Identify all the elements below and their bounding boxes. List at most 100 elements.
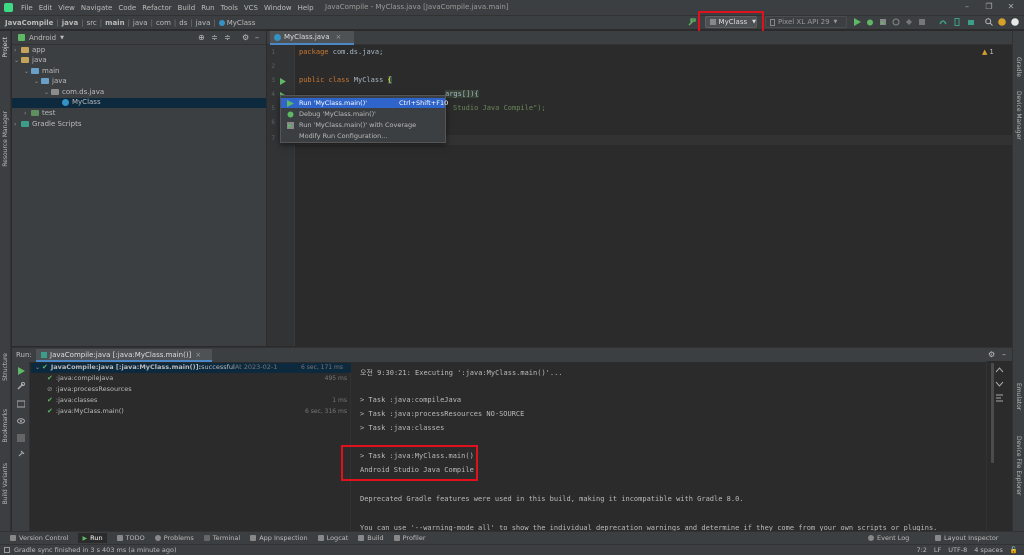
file-encoding[interactable]: UTF-8: [948, 546, 967, 554]
toggle-view-icon[interactable]: [17, 400, 25, 408]
breadcrumb-class[interactable]: MyClass: [227, 19, 256, 27]
tree-item-test[interactable]: › test: [24, 109, 55, 117]
gradle-tool-tab[interactable]: Gradle: [1015, 57, 1022, 77]
scrollbar[interactable]: [991, 363, 994, 463]
run-icon[interactable]: [853, 18, 861, 26]
device-selector[interactable]: Pixel XL API 29 ▼: [765, 16, 847, 28]
scroll-up-icon[interactable]: [995, 366, 1004, 375]
sdk-manager-icon[interactable]: [967, 18, 975, 26]
lock-icon[interactable]: 🔓: [1010, 546, 1018, 554]
soft-wrap-icon[interactable]: [995, 393, 1004, 402]
device-file-explorer-tool-tab[interactable]: Device File Explorer: [1015, 436, 1022, 495]
breadcrumb-java[interactable]: java: [133, 19, 148, 27]
tool-todo[interactable]: TODO: [116, 534, 145, 542]
popup-modify-config-item[interactable]: Modify Run Configuration...: [281, 131, 445, 141]
caret-position[interactable]: 7:2: [916, 546, 926, 554]
breadcrumb-module[interactable]: java: [62, 19, 78, 27]
eye-icon[interactable]: [17, 417, 25, 425]
bookmarks-tool-tab[interactable]: Bookmarks: [2, 409, 9, 443]
breadcrumb-project[interactable]: JavaCompile: [5, 19, 53, 27]
warning-indicator[interactable]: ▲ 1: [982, 48, 994, 56]
breadcrumb-src[interactable]: src: [87, 19, 97, 27]
tool-run[interactable]: ▶ Run: [78, 533, 107, 543]
close-tab-icon[interactable]: ×: [336, 33, 342, 41]
tree-item-gradle-scripts[interactable]: › Gradle Scripts: [14, 120, 81, 128]
breadcrumb-java-pkg[interactable]: java: [196, 19, 211, 27]
device-manager-tool-tab[interactable]: Device Manager: [1015, 91, 1022, 140]
tool-logcat[interactable]: Logcat: [317, 534, 348, 542]
tool-terminal[interactable]: Terminal: [203, 534, 240, 542]
rerun-icon[interactable]: [17, 367, 25, 375]
menu-window[interactable]: Window: [261, 4, 295, 12]
hide-icon[interactable]: –: [1002, 350, 1006, 359]
device-manager-icon[interactable]: [953, 18, 961, 26]
debug-icon[interactable]: [866, 18, 874, 26]
tree-item-myclass[interactable]: MyClass: [62, 98, 101, 106]
indent-setting[interactable]: 4 spaces: [974, 546, 1003, 554]
menu-run[interactable]: Run: [198, 4, 217, 12]
hide-icon[interactable]: –: [255, 33, 259, 42]
breadcrumb-main[interactable]: main: [105, 19, 124, 27]
tool-event-log[interactable]: Event Log: [868, 534, 909, 542]
tool-version-control[interactable]: Version Control: [10, 534, 68, 542]
menu-refactor[interactable]: Refactor: [139, 4, 174, 12]
coverage-icon[interactable]: [879, 18, 887, 26]
stop-icon[interactable]: [918, 18, 926, 26]
breadcrumb-com[interactable]: com: [156, 19, 171, 27]
chevron-down-icon[interactable]: ▼: [60, 35, 64, 41]
menu-tools[interactable]: Tools: [218, 4, 241, 12]
tree-item-myclass-main[interactable]: ✔:java:MyClass.main() 6 sec, 316 ms: [47, 407, 367, 415]
collapse-all-icon[interactable]: ≑: [211, 33, 218, 42]
restore-icon[interactable]: ❐: [984, 2, 994, 12]
tree-item-compile-java[interactable]: ✔:java:compileJava 495 ms: [47, 374, 367, 382]
menu-file[interactable]: File: [18, 4, 36, 12]
run-tab[interactable]: JavaCompile:java [:java:MyClass.main()] …: [36, 349, 212, 362]
tree-item-package[interactable]: ⌄ com.ds.java: [44, 88, 104, 96]
menu-code[interactable]: Code: [115, 4, 139, 12]
popup-run-item[interactable]: Run 'MyClass.main()' Ctrl+Shift+F10: [281, 98, 448, 108]
code-line-4[interactable]: args[]){: [445, 90, 479, 98]
resource-manager-tool-tab[interactable]: Resource Manager: [2, 111, 9, 167]
tool-app-inspection[interactable]: App Inspection: [250, 534, 308, 542]
profile-icon[interactable]: [892, 18, 900, 26]
project-tool-tab[interactable]: Project: [2, 37, 9, 58]
gradle-sync-icon[interactable]: [939, 18, 947, 26]
close-tab-icon[interactable]: ×: [195, 351, 201, 359]
status-message[interactable]: Gradle sync finished in 3 s 403 ms (a mi…: [4, 546, 177, 554]
tree-item-java-source[interactable]: ⌄ java: [34, 77, 67, 85]
tool-problems[interactable]: Problems: [154, 534, 194, 542]
wrench-icon[interactable]: [17, 382, 25, 390]
emulator-tool-tab[interactable]: Emulator: [1015, 383, 1022, 410]
popup-coverage-item[interactable]: Run 'MyClass.main()' with Coverage: [281, 120, 445, 130]
breadcrumb-ds[interactable]: ds: [179, 19, 187, 27]
tree-item-build-result[interactable]: ⌄ ✔ JavaCompile:java [:java:MyClass.main(…: [35, 363, 355, 371]
tree-item-process-resources[interactable]: ⊘:java:processResources: [47, 385, 367, 393]
tool-build[interactable]: Build: [358, 534, 384, 542]
menu-help[interactable]: Help: [295, 4, 317, 12]
minimize-icon[interactable]: –: [962, 2, 972, 12]
gear-icon[interactable]: ⚙: [988, 350, 995, 359]
code-line-1[interactable]: package com.ds.java;: [299, 48, 383, 56]
search-icon[interactable]: [985, 18, 993, 26]
notification-icon[interactable]: [998, 18, 1006, 26]
target-icon[interactable]: ⊕: [198, 33, 205, 42]
menu-navigate[interactable]: Navigate: [78, 4, 115, 12]
apply-changes-icon[interactable]: [905, 18, 913, 26]
pin-icon[interactable]: [17, 450, 25, 458]
tree-item-app[interactable]: › app: [14, 46, 45, 54]
view-selector[interactable]: Android: [29, 34, 56, 42]
popup-debug-item[interactable]: Debug 'MyClass.main()': [281, 109, 445, 119]
menu-view[interactable]: View: [55, 4, 78, 12]
menu-vcs[interactable]: VCS: [241, 4, 261, 12]
code-line-5[interactable]: Studio Java Compile");: [453, 104, 546, 112]
run-gutter-icon[interactable]: [280, 78, 286, 85]
menu-edit[interactable]: Edit: [36, 4, 56, 12]
code-line-3[interactable]: public class MyClass {: [299, 76, 392, 84]
expand-all-icon[interactable]: ≑: [224, 33, 231, 42]
close-icon[interactable]: ✕: [1006, 2, 1016, 12]
tree-item-java-module[interactable]: ⌄ java: [14, 56, 47, 64]
hammer-icon[interactable]: [688, 17, 697, 26]
gear-icon[interactable]: ⚙: [242, 33, 249, 42]
structure-tool-tab[interactable]: Structure: [2, 353, 9, 381]
tree-item-classes[interactable]: ✔:java:classes 1 ms: [47, 396, 367, 404]
